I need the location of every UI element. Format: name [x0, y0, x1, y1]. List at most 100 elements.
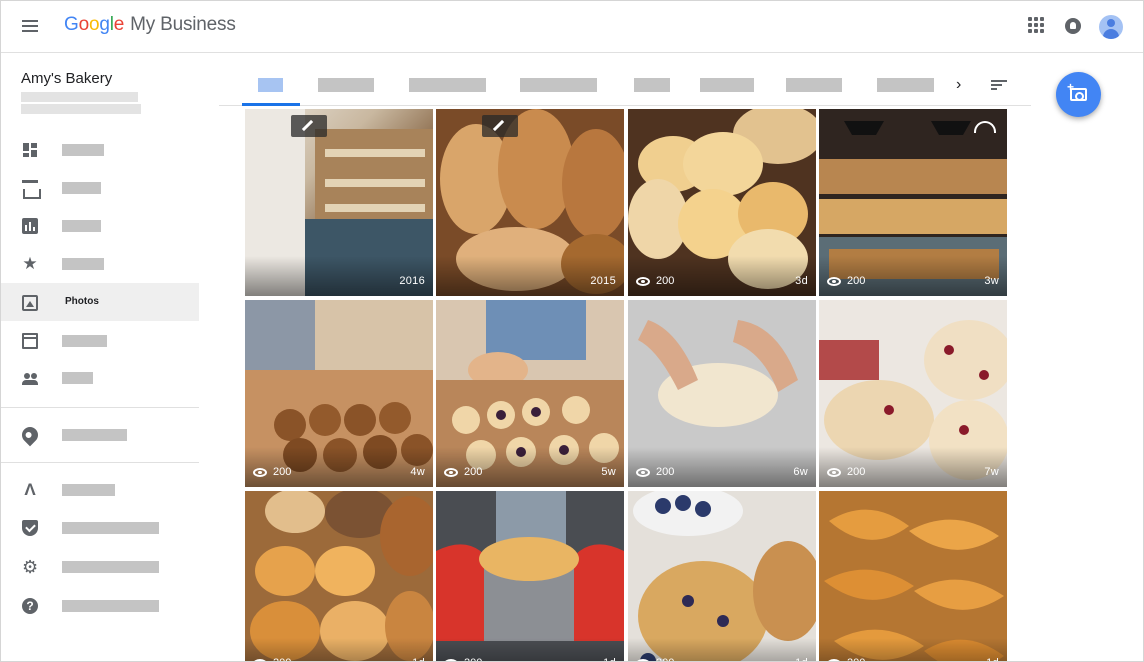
sidebar-item-home[interactable]: [1, 130, 199, 168]
insights-icon: [22, 218, 38, 234]
photo-image: [819, 491, 1007, 661]
sidebar-item-label-placeholder: [62, 484, 115, 496]
sidebar-item-label-placeholder: [62, 220, 101, 232]
view-count: 200: [656, 657, 674, 661]
sidebar-item-users[interactable]: [1, 358, 199, 396]
logo-letter: o: [78, 14, 90, 35]
photo-tile[interactable]: 200 1d: [628, 491, 816, 661]
photo-tile[interactable]: 200 1d: [819, 491, 1007, 661]
tab-overview[interactable]: [258, 78, 283, 92]
tab-category[interactable]: [700, 78, 754, 92]
tab-category[interactable]: [318, 78, 374, 92]
menu-icon[interactable]: [20, 17, 40, 37]
photo-age: 1d: [986, 657, 999, 661]
sidebar-item-add-location[interactable]: [1, 415, 199, 453]
sidebar-item-verification[interactable]: [1, 508, 199, 546]
photo-views: 200: [253, 657, 291, 661]
active-tab-indicator: [242, 103, 300, 106]
photo-tile[interactable]: 200 3d: [628, 109, 816, 296]
google-my-business-logo[interactable]: Google My Business: [64, 14, 236, 36]
eye-icon: [827, 467, 841, 477]
photo-tile[interactable]: 2015: [436, 109, 624, 296]
eye-icon: [827, 658, 841, 661]
help-icon: ?: [22, 598, 38, 614]
photo-tile[interactable]: 200 4w: [245, 300, 433, 487]
photo-views: 200: [827, 275, 865, 287]
photo-age: 3d: [795, 275, 808, 287]
photo-tile[interactable]: 200 1d: [245, 491, 433, 661]
photo-age: 3w: [984, 275, 999, 287]
app-window: Google My Business Amy's Bakery ★ Photos…: [0, 0, 1144, 662]
logo-letter: o: [88, 14, 100, 35]
view-count: 200: [656, 466, 675, 478]
tab-category[interactable]: [520, 78, 597, 92]
eye-icon: [636, 467, 650, 477]
photo-views: 200: [444, 466, 482, 478]
photo-tile[interactable]: 200 1d: [436, 491, 624, 661]
view-count: 200: [656, 275, 675, 287]
photo-age: 1d: [412, 657, 425, 661]
sidebar-item-settings[interactable]: ⚙: [1, 547, 199, 585]
photo-tile[interactable]: 200 6w: [628, 300, 816, 487]
sidebar-divider: [1, 407, 199, 408]
website-icon: [22, 333, 38, 349]
photo-age: 6w: [793, 466, 808, 478]
photo-age: 1d: [795, 657, 808, 661]
notifications-icon[interactable]: [1065, 18, 1081, 34]
sidebar-item-label: Photos: [65, 296, 99, 307]
view-count: 200: [847, 657, 865, 661]
tab-category[interactable]: [634, 78, 670, 92]
sidebar-item-ads[interactable]: Λ: [1, 470, 199, 508]
photo-tile[interactable]: 2016: [245, 109, 433, 296]
photo-icon: [22, 295, 38, 311]
photo-views: 200: [827, 466, 865, 478]
sidebar-item-label-placeholder: [62, 522, 159, 534]
plus-icon: +: [1067, 80, 1075, 94]
sidebar-item-insights[interactable]: [1, 206, 199, 244]
eye-icon: [636, 658, 650, 661]
view-count: 200: [847, 466, 866, 478]
view-count: 200: [273, 657, 291, 661]
apps-icon[interactable]: [1028, 17, 1044, 33]
account-avatar[interactable]: [1099, 15, 1123, 39]
photo-tile[interactable]: 200 3w: [819, 109, 1007, 296]
chevron-right-icon[interactable]: ›: [956, 76, 961, 94]
eye-icon: [636, 276, 650, 286]
eye-icon: [444, 467, 458, 477]
photo-category-tabs: ›: [219, 54, 1031, 106]
logo-letter: g: [99, 14, 110, 35]
sidebar-item-reviews[interactable]: ★: [1, 244, 199, 282]
tab-category[interactable]: [786, 78, 842, 92]
photo-tile[interactable]: 200 5w: [436, 300, 624, 487]
photo-age: 2015: [590, 275, 616, 287]
tab-category[interactable]: [877, 78, 934, 92]
sidebar-item-help[interactable]: ?: [1, 586, 199, 624]
edit-icon[interactable]: [482, 115, 518, 137]
logo-letter: G: [64, 14, 79, 35]
tab-category[interactable]: [409, 78, 486, 92]
star-icon: ★: [22, 254, 38, 273]
sort-icon[interactable]: [991, 80, 1007, 92]
view-count: 200: [464, 657, 482, 661]
edit-icon[interactable]: [291, 115, 327, 137]
photo-age: 7w: [984, 466, 999, 478]
sidebar-item-label-placeholder: [62, 429, 127, 441]
store-icon: [22, 180, 41, 199]
add-photo-button[interactable]: +: [1056, 72, 1101, 117]
business-name: Amy's Bakery: [21, 70, 113, 87]
photo-image: [628, 491, 816, 661]
photo-views: 200: [444, 657, 482, 661]
photo-tile[interactable]: 200 7w: [819, 300, 1007, 487]
business-address-placeholder: [21, 92, 138, 102]
users-icon: [22, 370, 38, 386]
sidebar-divider: [1, 462, 199, 463]
dashboard-icon: [22, 142, 38, 158]
photo-age: 4w: [410, 466, 425, 478]
sidebar-item-info[interactable]: [1, 168, 199, 206]
photo-views: 200: [253, 466, 291, 478]
sidebar-item-photos[interactable]: Photos: [1, 283, 199, 321]
gear-icon: ⚙: [22, 557, 39, 577]
view-count: 200: [464, 466, 483, 478]
photo-views: 200: [636, 466, 674, 478]
sidebar-item-website[interactable]: [1, 321, 199, 359]
